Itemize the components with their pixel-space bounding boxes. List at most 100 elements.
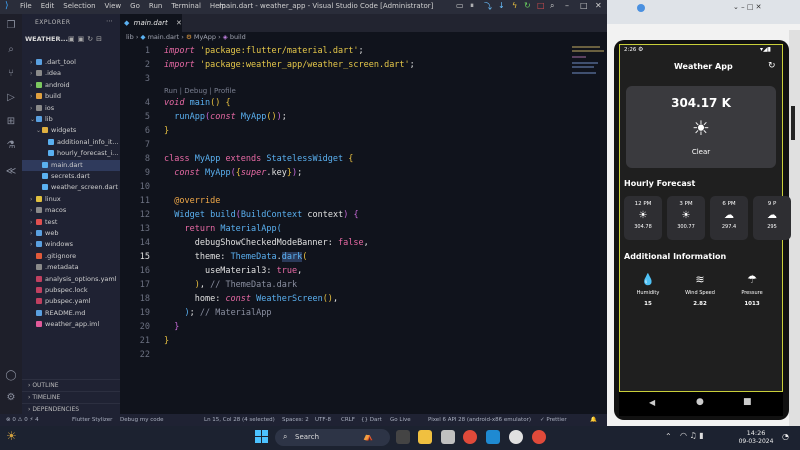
tree-item[interactable]: analysis_options.yaml <box>22 274 120 285</box>
flutter-icon[interactable]: ≪ <box>5 166 17 178</box>
device-status[interactable]: Pixel 6 API 28 (android-x86 emulator) <box>428 414 531 426</box>
run-debug-icon[interactable]: ▷ <box>5 92 17 104</box>
back-icon[interactable]: ◀ <box>649 398 655 407</box>
restart-icon[interactable]: ↻ <box>524 1 531 10</box>
tree-item[interactable]: README.md <box>22 308 120 319</box>
code-line-16[interactable]: useMaterial3: true, <box>164 266 302 276</box>
code-line-12[interactable]: Widget build(BuildContext context) { <box>164 210 358 220</box>
tree-item[interactable]: › test <box>22 217 120 228</box>
cursor-position[interactable]: Ln 15, Col 28 (4 selected) <box>204 414 275 426</box>
code-line-13[interactable]: return MaterialApp( <box>164 224 281 234</box>
android-studio-icon[interactable] <box>509 430 523 444</box>
file-explorer-icon[interactable] <box>418 430 432 444</box>
layout-icon[interactable]: ▭ <box>456 1 464 10</box>
tree-item[interactable]: additional_info_it... <box>22 137 120 148</box>
go-live-button[interactable]: Go Live <box>390 414 411 426</box>
project-name[interactable]: WEATHER... <box>25 35 68 43</box>
source-control-icon[interactable]: ⑂ <box>5 68 17 80</box>
weather-widget-icon[interactable]: ☀ <box>6 429 17 443</box>
code-line-4[interactable]: void main() { <box>164 98 231 108</box>
tree-item[interactable]: weather_screen.dart <box>22 182 120 193</box>
tree-item[interactable]: › build <box>22 91 120 102</box>
minimap[interactable] <box>568 43 607 414</box>
menu-item-edit[interactable]: Edit <box>41 2 55 10</box>
timeline-section[interactable]: › TIMELINE <box>22 391 120 402</box>
tab-main-dart[interactable]: ◆ main.dart ✕ <box>120 14 182 32</box>
language-status[interactable]: {} Dart <box>361 414 382 426</box>
menu-item-file[interactable]: File <box>20 2 32 10</box>
code-editor[interactable]: 1 import 'package:flutter/material.dart'… <box>120 43 568 414</box>
tray-chevron-icon[interactable]: ⌃ <box>665 432 672 441</box>
windows-start-icon[interactable] <box>255 430 269 444</box>
problems-status[interactable]: ⊗ 0 ⚠ 0 ⚡ 4 <box>6 414 39 426</box>
code-line-11[interactable]: @override <box>164 196 220 206</box>
menu-item-view[interactable]: View <box>105 2 122 10</box>
tray-network-volume-icon[interactable]: ◠ ♫ ▮ <box>680 431 704 440</box>
code-line-6[interactable]: } <box>164 126 169 136</box>
code-line-2[interactable]: import 'package:weather_app/weather_scre… <box>164 60 415 70</box>
tab-close-icon[interactable]: ✕ <box>176 19 182 27</box>
notifications-icon[interactable]: 🔔 <box>590 414 597 426</box>
maximize-icon[interactable]: □ <box>580 1 588 10</box>
tree-item[interactable]: .metadata <box>22 262 120 273</box>
clock-time[interactable]: 14:26 <box>739 429 773 437</box>
code-line-5[interactable]: runApp(const MyApp()); <box>164 112 287 122</box>
prettier-status[interactable]: ✓ Prettier <box>540 414 567 426</box>
code-line-21[interactable]: } <box>164 336 169 346</box>
stop-icon[interactable]: □ <box>537 1 545 10</box>
flask-icon[interactable]: ⚗ <box>5 140 17 152</box>
step-into-icon[interactable]: ↓ <box>498 1 505 10</box>
indent-status[interactable]: Spaces: 2 <box>282 414 309 426</box>
tree-item[interactable]: secrets.dart <box>22 171 120 182</box>
tree-item[interactable]: .gitignore <box>22 251 120 262</box>
menu-item-terminal[interactable]: Terminal <box>171 2 201 10</box>
dependencies-section[interactable]: › DEPENDENCIES <box>22 403 120 414</box>
outline-section[interactable]: › OUTLINE <box>22 379 120 390</box>
explorer-icon[interactable]: ❐ <box>5 20 17 32</box>
code-line-8[interactable]: class MyApp extends StatelessWidget { <box>164 154 353 164</box>
vscode-taskbar-icon[interactable] <box>486 430 500 444</box>
search-icon[interactable]: ⌕ <box>5 44 17 56</box>
menu-item-selection[interactable]: Selection <box>63 2 95 10</box>
tree-item[interactable]: ⌄ lib <box>22 114 120 125</box>
more-actions-icon[interactable]: ⋯ <box>106 17 113 25</box>
minimize-icon[interactable]: – <box>565 1 569 10</box>
close-icon[interactable]: ✕ <box>595 1 602 10</box>
debug-status[interactable]: Debug my code <box>120 414 163 426</box>
task-view-icon[interactable] <box>396 430 410 444</box>
tree-item[interactable]: hourly_forecast_i... <box>22 148 120 159</box>
code-lens[interactable]: Run | Debug | Profile <box>164 87 236 95</box>
tree-item[interactable]: › ios <box>22 103 120 114</box>
chrome-profile-icon[interactable] <box>532 430 546 444</box>
code-line-18[interactable]: home: const WeatherScreen(), <box>164 294 338 304</box>
recents-icon[interactable]: ■ <box>743 397 752 407</box>
tree-item[interactable]: pubspec.yaml <box>22 296 120 307</box>
notification-center-icon[interactable]: ◔ <box>782 432 789 441</box>
settings-gear-icon[interactable]: ⚙ <box>5 392 17 404</box>
code-line-20[interactable]: } <box>164 322 179 332</box>
refresh-icon[interactable]: ↻ <box>768 61 776 71</box>
app-icon[interactable] <box>441 430 455 444</box>
tree-item[interactable]: › .dart_tool <box>22 57 120 68</box>
tree-item[interactable]: › linux <box>22 194 120 205</box>
pause-icon[interactable]: ⏸ <box>470 1 474 11</box>
menu-item-go[interactable]: Go <box>130 2 140 10</box>
home-icon[interactable]: ● <box>696 397 704 407</box>
code-line-15[interactable]: theme: ThemeData.dark( <box>164 252 307 262</box>
code-line-9[interactable]: const MyApp({super.key}); <box>164 168 302 178</box>
tree-item[interactable]: weather_app.iml <box>22 319 120 330</box>
code-line-19[interactable]: ); // MaterialApp <box>164 308 271 318</box>
account-icon[interactable]: ◯ <box>5 370 17 382</box>
eol-status[interactable]: CRLF <box>341 414 355 426</box>
menu-item-run[interactable]: Run <box>149 2 162 10</box>
code-line-14[interactable]: debugShowCheckedModeBanner: false, <box>164 238 369 248</box>
search-debug-icon[interactable]: ⌕ <box>550 1 554 11</box>
code-line-17[interactable]: ), // ThemeData.dark <box>164 280 297 290</box>
tree-item[interactable]: › macos <box>22 205 120 216</box>
explorer-actions-icon[interactable]: ▣▣↻⊟ <box>68 35 105 43</box>
browser-window-controls-icon[interactable]: ⌄ – □ ✕ <box>733 3 762 11</box>
tree-item[interactable]: › .idea <box>22 68 120 79</box>
stylizer-status[interactable]: Flutter Stylizer <box>72 414 112 426</box>
tree-item[interactable]: › web <box>22 228 120 239</box>
encoding-status[interactable]: UTF-8 <box>315 414 331 426</box>
